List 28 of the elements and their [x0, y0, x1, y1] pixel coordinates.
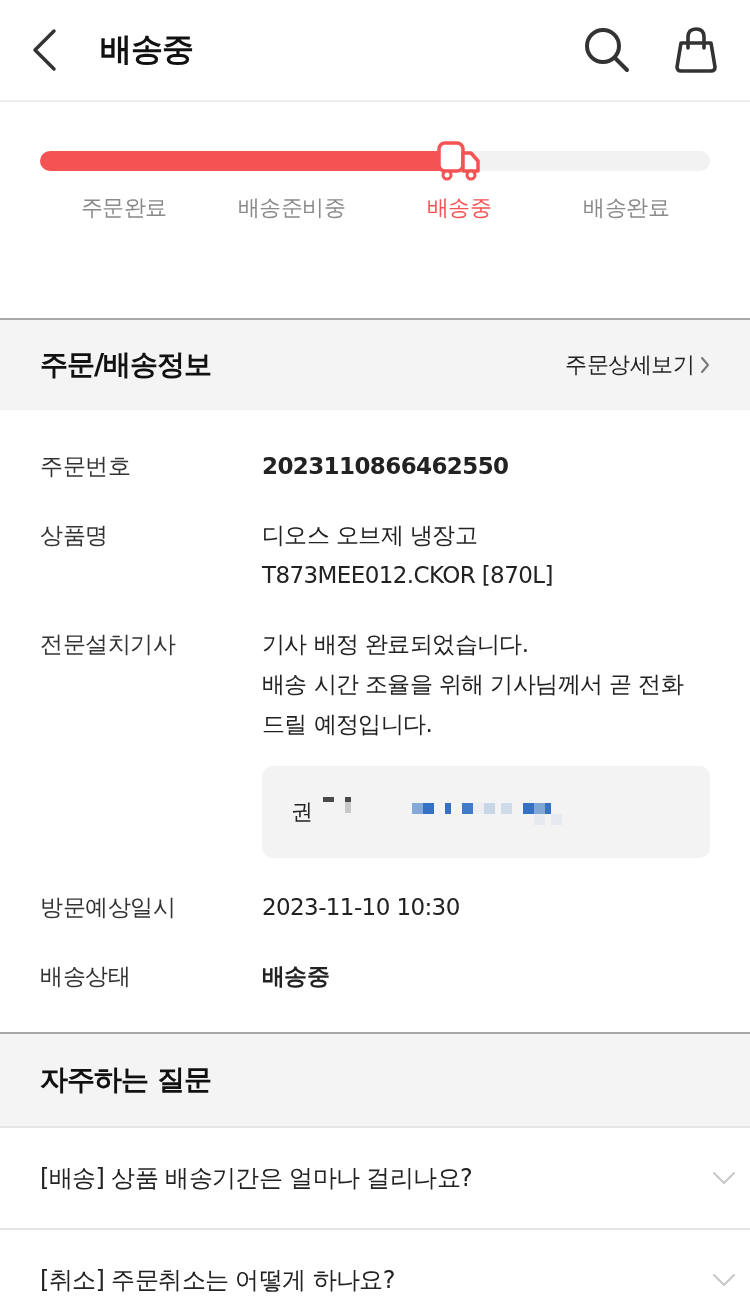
info-label: 상품명 — [40, 521, 109, 550]
info-value: 2023110866462550 — [262, 452, 510, 481]
step-label: 배송완료 — [583, 195, 670, 221]
cart-button[interactable] — [674, 26, 718, 74]
info-label: 전문설치기사 — [40, 630, 177, 659]
back-button[interactable] — [30, 28, 58, 72]
installer-name: 권 — [291, 798, 313, 826]
faq-item[interactable]: [취소] 주문취소는 어떻게 하나요? — [0, 1230, 750, 1297]
info-label: 주문번호 — [40, 452, 131, 481]
step-label: 배송중 — [426, 195, 491, 221]
info-value: 2023-11-10 10:30 — [262, 893, 461, 922]
info-value: 디오스 오브제 냉장고 T873MEE012.CKOR [870L] — [262, 521, 554, 590]
back-chevron-icon — [30, 28, 58, 72]
page-title: 배송중 — [100, 29, 193, 70]
info-value: 배송중 — [262, 962, 331, 991]
info-label: 배송상태 — [40, 962, 131, 991]
search-button[interactable] — [584, 27, 630, 73]
info-label: 방문예상일시 — [40, 893, 176, 922]
faq-item[interactable]: [배송] 상품 배송기간은 얼마나 걸리나요? — [0, 1128, 750, 1230]
info-value: 기사 배정 완료되었습니다. 배송 시간 조율을 위해 기사님께서 곧 전화 드릴 예정입니다. — [262, 630, 685, 739]
section-title: 자주하는 질문 — [40, 1062, 211, 1098]
shopping-bag-icon — [674, 26, 718, 74]
section-title: 주문/배송정보 — [40, 347, 212, 383]
chevron-right-icon — [700, 356, 710, 374]
order-detail-link[interactable]: 주문상세보기 — [565, 350, 710, 380]
step-label: 배송준비중 — [237, 195, 345, 221]
step-label: 주문완료 — [80, 195, 167, 221]
search-icon — [584, 27, 630, 73]
